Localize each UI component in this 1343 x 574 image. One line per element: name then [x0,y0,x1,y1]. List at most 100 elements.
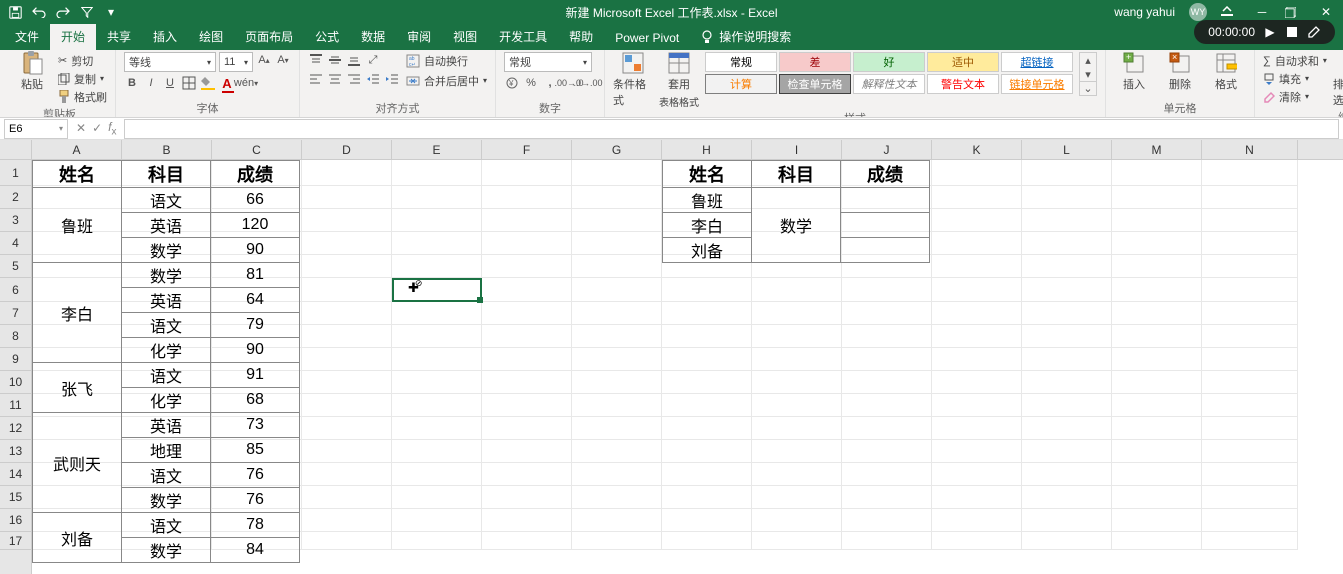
fill-button[interactable]: 填充▾ [1263,70,1327,87]
cell[interactable] [842,532,932,550]
cell[interactable] [392,160,482,186]
cell[interactable] [392,278,482,302]
column-header[interactable]: C [212,140,302,159]
cell[interactable] [302,302,392,325]
format-painter-button[interactable]: 格式刷 [58,88,107,105]
cell[interactable] [662,440,752,463]
cell[interactable] [662,486,752,509]
cell[interactable] [572,417,662,440]
row-header[interactable]: 13 [0,440,31,463]
cell[interactable] [392,371,482,394]
cell[interactable] [482,371,572,394]
cell[interactable] [1202,463,1298,486]
cell[interactable] [932,371,1022,394]
row-header[interactable]: 14 [0,463,31,486]
cell[interactable] [752,371,842,394]
cell[interactable] [662,509,752,532]
cell[interactable] [842,463,932,486]
cell[interactable] [1202,302,1298,325]
row-header[interactable]: 6 [0,278,31,302]
user-avatar[interactable]: WY [1189,3,1207,21]
style-cell[interactable]: 超链接 [1001,52,1073,72]
tab-review[interactable]: 审阅 [396,23,442,50]
cell[interactable] [572,348,662,371]
cell[interactable] [662,463,752,486]
play-icon[interactable]: ▶ [1263,25,1277,39]
cell[interactable] [1112,463,1202,486]
cell[interactable] [662,302,752,325]
autosum-button[interactable]: ∑自动求和▾ [1263,52,1327,69]
cell[interactable] [932,394,1022,417]
cell[interactable] [1112,371,1202,394]
redo-icon[interactable] [56,5,70,19]
cell[interactable] [482,532,572,550]
cell[interactable] [482,325,572,348]
cell[interactable] [1202,255,1298,278]
cell[interactable] [482,509,572,532]
cell[interactable] [662,417,752,440]
cell[interactable] [572,160,662,186]
row-header[interactable]: 10 [0,371,31,394]
row-header[interactable]: 4 [0,232,31,255]
column-header[interactable]: J [842,140,932,159]
accounting-icon[interactable]: ¥ [504,75,520,91]
tab-powerpivot[interactable]: Power Pivot [604,26,690,50]
save-icon[interactable] [8,5,22,19]
align-bottom-icon[interactable] [346,52,362,68]
cut-button[interactable]: ✂剪切 [58,52,107,69]
cell[interactable] [1202,232,1298,255]
increase-indent-icon[interactable] [384,71,400,87]
cell[interactable] [572,532,662,550]
cell[interactable] [1022,509,1112,532]
cell[interactable] [752,394,842,417]
style-cell[interactable]: 好 [853,52,925,72]
tab-help[interactable]: 帮助 [558,23,604,50]
tab-share[interactable]: 共享 [96,23,142,50]
cell[interactable] [1202,348,1298,371]
cell[interactable] [932,417,1022,440]
cell[interactable] [932,440,1022,463]
cell[interactable] [842,325,932,348]
enter-formula-icon[interactable]: ✓ [92,121,102,135]
cell[interactable] [482,417,572,440]
copy-button[interactable]: 复制▾ [58,70,107,87]
cell[interactable] [392,255,482,278]
cancel-formula-icon[interactable]: ✕ [76,121,86,135]
cell[interactable] [932,463,1022,486]
sort-filter-button[interactable]: AZ排序和筛选 [1333,52,1343,108]
phonetic-icon[interactable]: wén▾ [238,75,254,91]
cell[interactable] [1202,394,1298,417]
align-top-icon[interactable] [308,52,324,68]
cell[interactable] [1112,160,1202,186]
row-header[interactable]: 8 [0,325,31,348]
cell[interactable] [302,463,392,486]
cell[interactable] [932,232,1022,255]
cell[interactable] [1022,160,1112,186]
column-header[interactable]: E [392,140,482,159]
row-header[interactable]: 2 [0,186,31,209]
tab-layout[interactable]: 页面布局 [234,23,304,50]
cell[interactable] [392,394,482,417]
column-header[interactable]: F [482,140,572,159]
cell[interactable] [1022,532,1112,550]
cell[interactable] [1112,325,1202,348]
style-cell[interactable]: 解释性文本 [853,74,925,94]
cell[interactable] [1112,255,1202,278]
cell[interactable] [482,255,572,278]
cell[interactable] [1202,186,1298,209]
gallery-down-icon[interactable]: ▾ [1080,67,1096,81]
cell[interactable] [572,255,662,278]
delete-cells-button[interactable]: ×删除 [1160,52,1200,92]
align-middle-icon[interactable] [327,52,343,68]
cell[interactable] [1112,486,1202,509]
cell[interactable] [302,532,392,550]
fx-icon[interactable]: fx [108,120,116,137]
cell[interactable] [482,463,572,486]
cell[interactable] [392,532,482,550]
cell[interactable] [1202,278,1298,302]
cell[interactable] [302,509,392,532]
cell[interactable] [572,325,662,348]
user-name[interactable]: wang yahui [1114,5,1175,19]
cell[interactable] [572,440,662,463]
cell[interactable] [302,186,392,209]
